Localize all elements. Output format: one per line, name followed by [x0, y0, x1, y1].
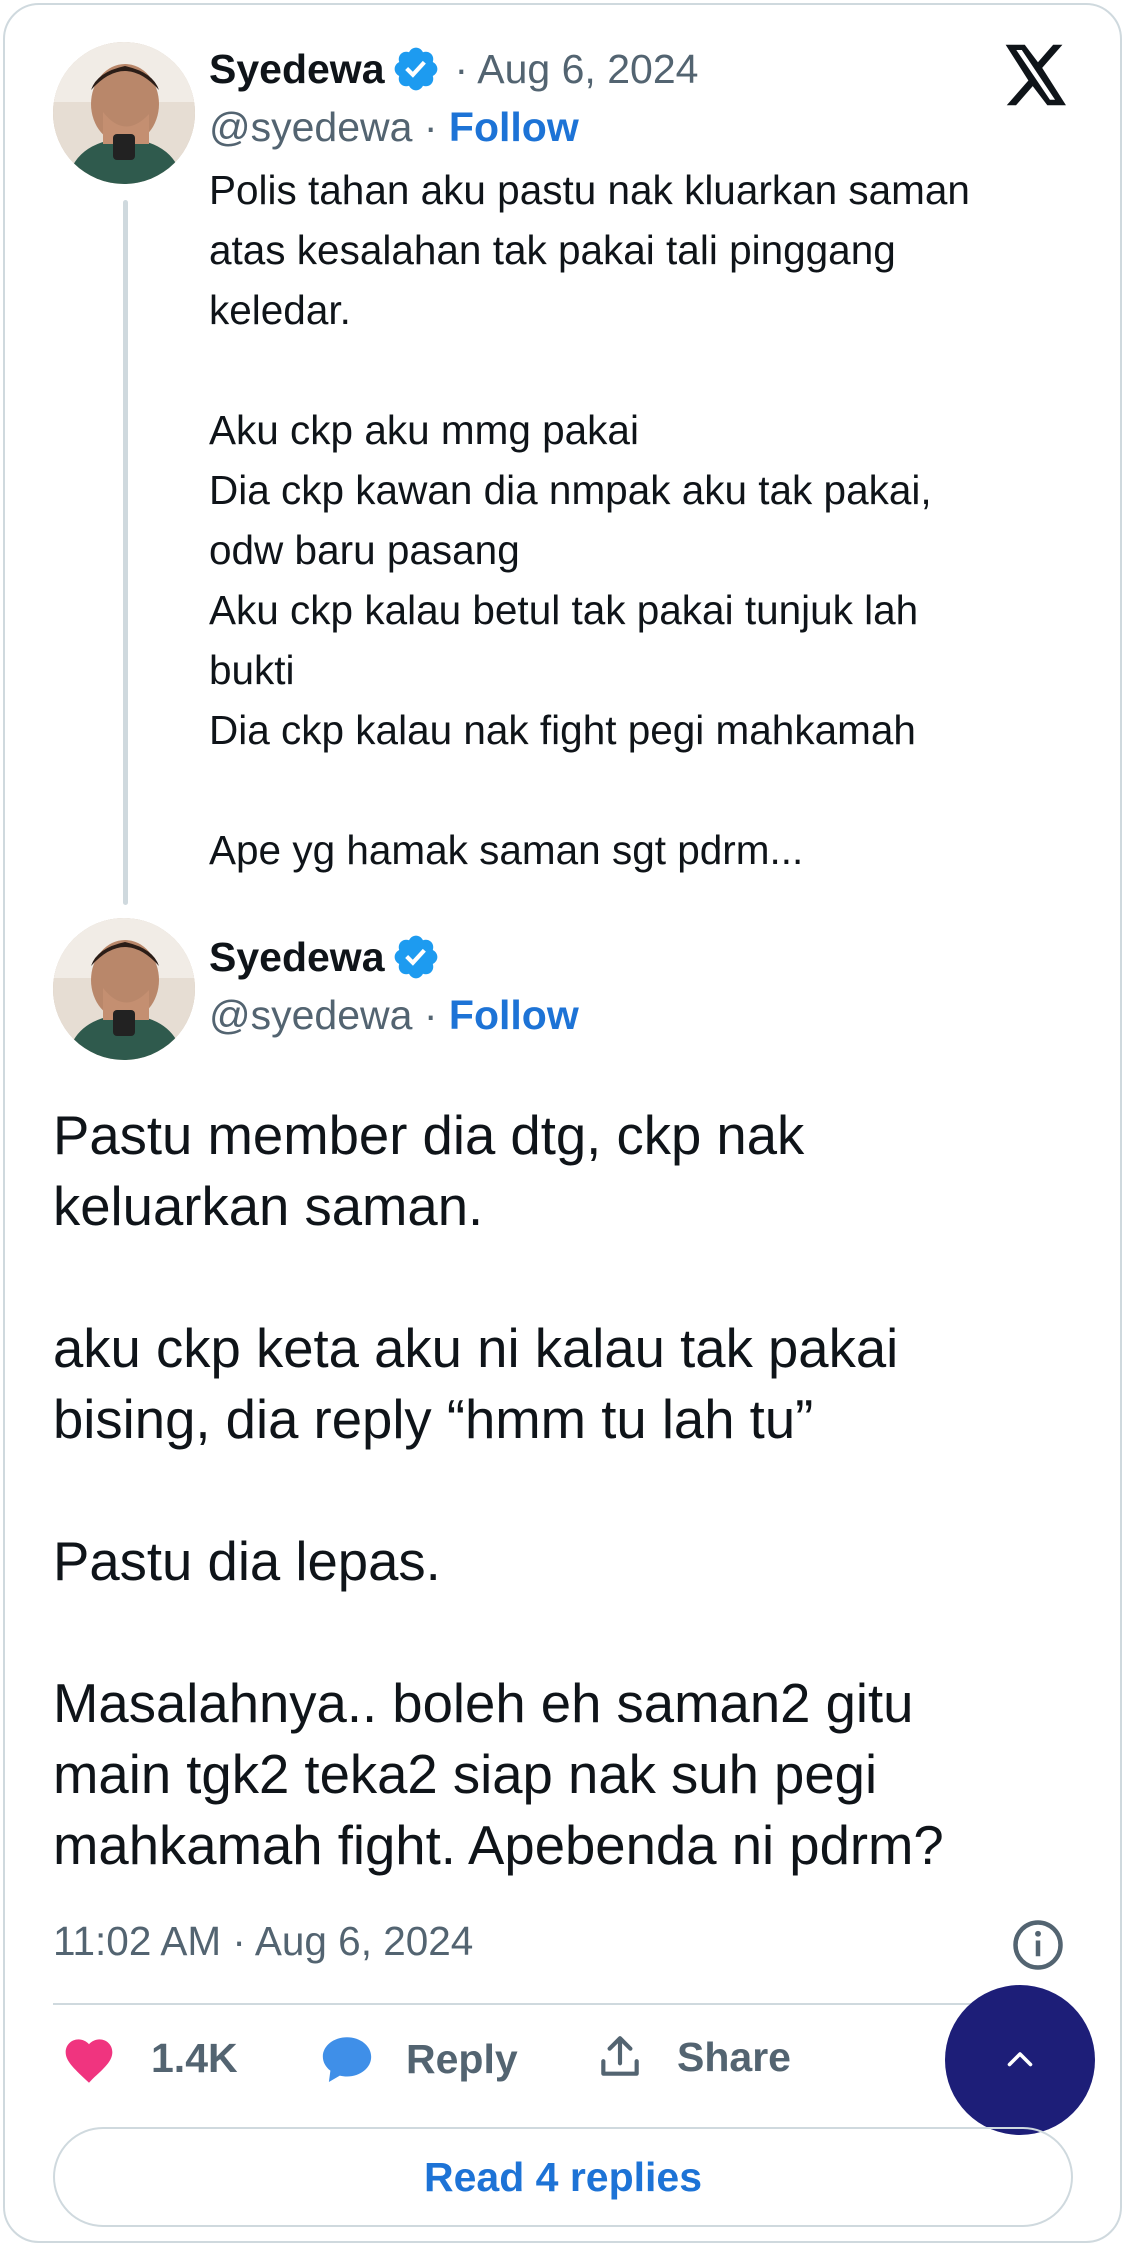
separator-dot: · — [423, 992, 438, 1038]
quoted-handle-row: @syedewa · Follow — [209, 104, 579, 151]
read-replies-label: Read 4 replies — [423, 2153, 703, 2200]
x-logo-icon[interactable] — [1003, 44, 1069, 106]
like-count: 1.4K — [151, 2034, 238, 2081]
share-icon — [601, 2036, 639, 2076]
read-replies-button[interactable]: Read 4 replies — [53, 2127, 1073, 2227]
quoted-author-avatar[interactable] — [53, 42, 195, 184]
tweet-timestamp[interactable]: 11:02 AM · Aug 6, 2024 — [53, 1918, 473, 1965]
divider — [53, 2003, 1069, 2005]
quoted-tweet-text: Polis tahan aku pastu nak kluarkan saman… — [209, 167, 970, 873]
share-button[interactable]: Share — [595, 2032, 791, 2082]
verified-badge-icon — [394, 935, 437, 979]
main-author-avatar[interactable] — [53, 918, 195, 1060]
follow-button[interactable]: Follow — [449, 104, 579, 150]
reply-bubble-icon — [322, 2037, 372, 2082]
heart-icon — [65, 2039, 113, 2083]
reply-button[interactable]: Reply — [318, 2032, 518, 2086]
verified-badge-icon — [394, 47, 437, 91]
quoted-author-name[interactable]: Syedewa — [209, 46, 385, 93]
info-icon[interactable] — [1011, 1918, 1065, 1972]
main-tweet-text: Pastu member dia dtg, ckp nak keluarkan … — [53, 1105, 944, 1876]
quoted-author-row: Syedewa · Aug 6, 2024 — [209, 44, 698, 94]
quoted-author-handle[interactable]: @syedewa — [209, 104, 412, 150]
share-label: Share — [677, 2033, 791, 2080]
main-handle-row: @syedewa · Follow — [209, 992, 579, 1039]
main-author-handle[interactable]: @syedewa — [209, 992, 412, 1038]
main-author-name[interactable]: Syedewa — [209, 934, 385, 981]
avatar-image — [53, 42, 195, 184]
follow-button[interactable]: Follow — [449, 992, 579, 1038]
scroll-to-top-button[interactable] — [945, 1985, 1095, 2135]
avatar-image — [53, 918, 195, 1060]
quoted-tweet-date[interactable]: · Aug 6, 2024 — [455, 46, 699, 93]
reply-label: Reply — [406, 2035, 518, 2082]
main-author-row: Syedewa — [209, 932, 441, 982]
separator-dot: · — [423, 104, 438, 150]
thread-line — [123, 200, 128, 905]
like-button[interactable]: 1.4K — [61, 2032, 238, 2084]
chevron-up-icon — [1007, 2052, 1033, 2067]
